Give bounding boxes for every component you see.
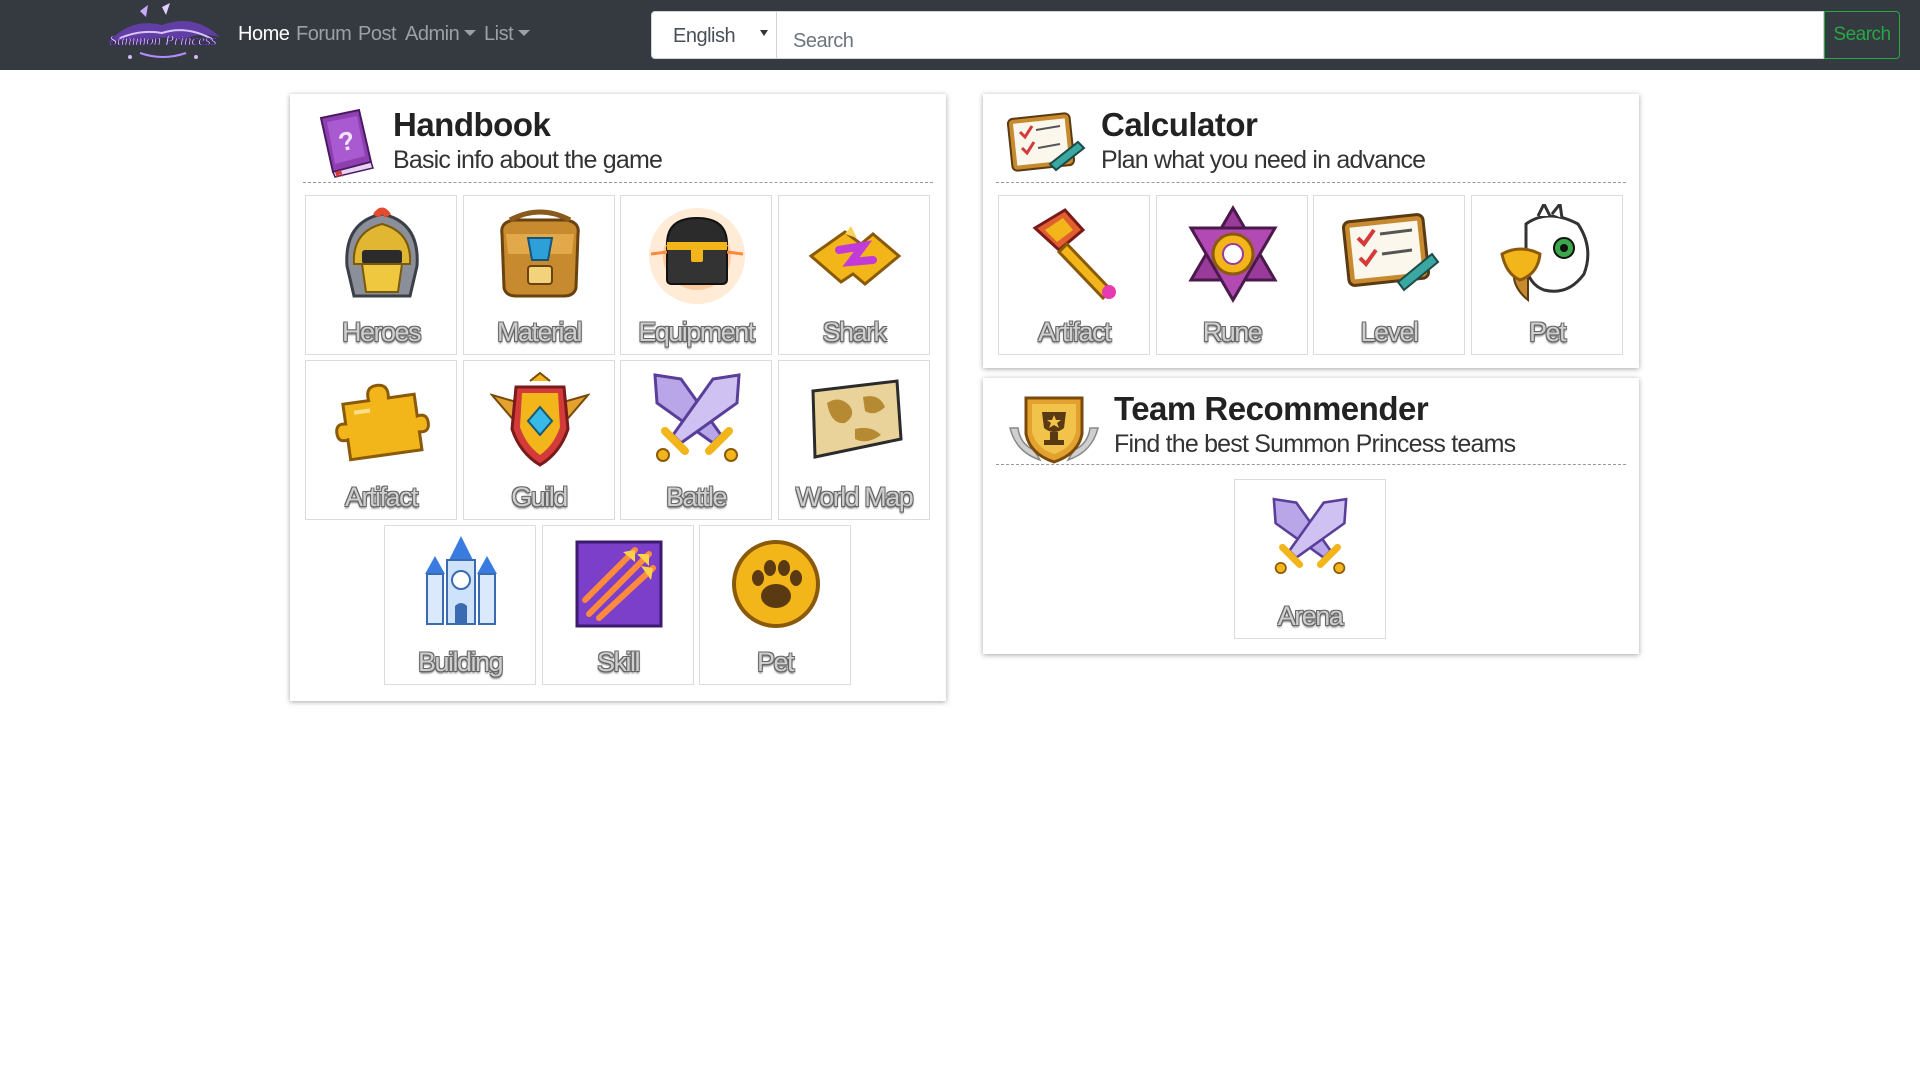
tile-building[interactable]: Building — [384, 525, 536, 685]
nav-admin-dropdown[interactable]: Admin — [405, 23, 477, 46]
guild-crest-icon — [490, 371, 590, 467]
tile-label: Pet — [1528, 317, 1567, 347]
tile-label: Artifact — [1037, 317, 1112, 347]
tile-label: Arena — [1277, 601, 1344, 631]
tile-shark[interactable]: Shark — [778, 195, 930, 355]
caret-down-icon — [464, 30, 477, 36]
tile-calc-artifact[interactable]: Artifact — [998, 195, 1150, 355]
tile-artifact[interactable]: Artifact — [305, 360, 457, 520]
purple-book-icon: ? — [315, 108, 381, 183]
calculator-card: Calculator Plan what you need in advance… — [983, 94, 1639, 368]
caret-down-icon — [518, 30, 531, 36]
tile-pet[interactable]: Pet — [699, 525, 851, 685]
hexagram-rune-icon — [1188, 205, 1278, 303]
tile-label: Level — [1360, 317, 1419, 347]
paw-icon — [732, 540, 820, 628]
crossed-swords-icon — [1272, 497, 1348, 574]
trophy-badge-icon — [1004, 388, 1104, 469]
tile-battle[interactable]: Battle — [620, 360, 772, 520]
language-select[interactable]: English — [651, 11, 777, 59]
map-icon — [811, 379, 903, 459]
handbook-header: ? Handbook Basic info about the game — [303, 94, 933, 183]
nav-home[interactable]: Home — [238, 23, 290, 46]
search-button[interactable]: Search — [1824, 11, 1900, 59]
nav-list-label: List — [484, 23, 514, 45]
skill-arrows-icon — [575, 540, 663, 628]
team-recommender-title: Team Recommender — [1114, 390, 1429, 427]
language-value: English — [673, 25, 736, 47]
tile-heroes[interactable]: Heroes — [305, 195, 457, 355]
handbook-subtitle: Basic info about the game — [393, 146, 663, 174]
tile-world-map[interactable]: World Map — [778, 360, 930, 520]
handbook-title: Handbook — [393, 106, 551, 143]
tile-label: Artifact — [344, 482, 419, 512]
tile-label: Pet — [756, 647, 795, 677]
checklist-icon — [1341, 213, 1440, 292]
tile-calc-level[interactable]: Level — [1313, 195, 1465, 355]
tile-label: Building — [417, 647, 504, 677]
tile-label: Skill — [596, 647, 641, 677]
nav-list-dropdown[interactable]: List — [484, 23, 531, 46]
tile-label: World Map — [795, 482, 914, 512]
hammer-icon — [1032, 208, 1116, 301]
team-recommender-header: Team Recommender Find the best Summon Pr… — [996, 378, 1626, 465]
tile-label: Battle — [665, 482, 728, 512]
site-logo[interactable]: Summon Princess — [100, 3, 226, 67]
team-recommender-subtitle: Find the best Summon Princess teams — [1114, 430, 1516, 458]
puzzle-shard-icon — [808, 226, 902, 286]
tile-label: Equipment — [638, 317, 755, 347]
tile-calc-rune[interactable]: Rune — [1156, 195, 1308, 355]
tile-arena[interactable]: Arena — [1234, 479, 1386, 639]
tile-equipment[interactable]: Equipment — [620, 195, 772, 355]
handbook-card: ? Handbook Basic info about the game Her… — [290, 94, 946, 701]
treasure-chest-icon — [649, 208, 745, 304]
tile-guild[interactable]: Guild — [463, 360, 615, 520]
tile-label: Rune — [1202, 317, 1263, 347]
tile-material[interactable]: Material — [463, 195, 615, 355]
tile-label: Shark — [822, 317, 887, 347]
castle-icon — [425, 536, 497, 625]
tile-label: Guild — [511, 482, 568, 512]
navbar: Summon Princess Home Forum Post Admin Li… — [0, 0, 1920, 70]
eagle-icon — [1500, 204, 1590, 303]
tile-label: Material — [496, 317, 583, 347]
crossed-swords-icon — [653, 373, 741, 462]
select-arrow-icon — [760, 30, 768, 36]
team-recommender-card: Team Recommender Find the best Summon Pr… — [983, 378, 1639, 654]
calculator-title: Calculator — [1101, 106, 1258, 143]
helmet-icon — [345, 207, 419, 298]
tile-calc-pet[interactable]: Pet — [1471, 195, 1623, 355]
nav-post[interactable]: Post — [358, 23, 397, 46]
tile-label: Heroes — [341, 317, 422, 347]
calculator-header: Calculator Plan what you need in advance — [996, 94, 1626, 183]
search-input[interactable] — [776, 11, 1824, 59]
backpack-icon — [500, 209, 580, 298]
puzzle-piece-icon — [335, 383, 430, 462]
nav-forum[interactable]: Forum — [296, 23, 352, 46]
checklist-icon — [1006, 108, 1086, 183]
nav-admin-label: Admin — [405, 23, 460, 45]
tile-skill[interactable]: Skill — [542, 525, 694, 685]
svg-text:Summon Princess: Summon Princess — [109, 33, 216, 49]
calculator-subtitle: Plan what you need in advance — [1101, 146, 1426, 174]
